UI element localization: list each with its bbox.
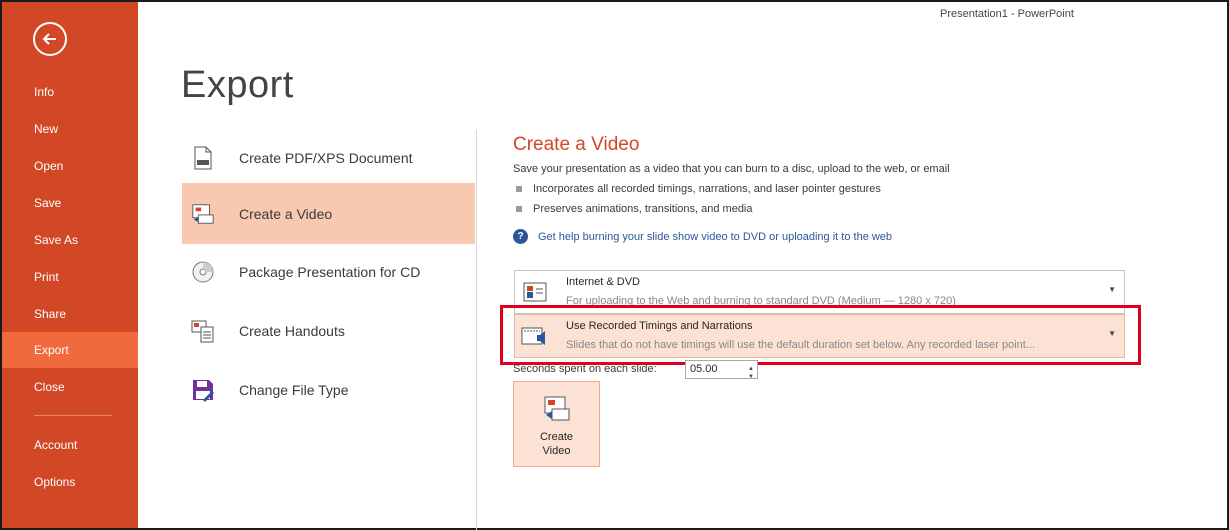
export-option-pdf[interactable]: Create PDF/XPS Document (182, 127, 475, 188)
bullet-square-icon (516, 206, 522, 212)
timings-dropdown[interactable]: Use Recorded Timings and Narrations Slid… (514, 314, 1125, 358)
help-question-icon: ? (513, 229, 528, 244)
nav-item-close[interactable]: Close (2, 369, 138, 405)
quality-monitor-icon (521, 279, 549, 307)
create-video-label: Create Video (514, 430, 599, 458)
timings-subtitle: Slides that do not have timings will use… (566, 339, 1035, 351)
create-video-icon (542, 394, 572, 424)
nav-item-options[interactable]: Options (2, 464, 138, 500)
nav-item-account[interactable]: Account (2, 427, 138, 463)
export-option-handouts[interactable]: Create Handouts (182, 300, 475, 361)
nav-item-print[interactable]: Print (2, 259, 138, 295)
timings-title: Use Recorded Timings and Narrations (566, 320, 753, 332)
section-description: Save your presentation as a video that y… (513, 163, 950, 175)
nav-item-export[interactable]: Export (2, 332, 138, 368)
seconds-stepper[interactable]: 05.00 ▲ ▼ (685, 360, 758, 380)
timings-narration-icon (521, 323, 549, 351)
quality-subtitle: For uploading to the Web and burning to … (566, 295, 956, 307)
feature-bullet: Incorporates all recorded timings, narra… (516, 183, 881, 195)
create-video-label-line1: Create (539, 431, 574, 443)
chevron-down-icon: ▼ (1108, 329, 1116, 338)
help-link-text: Get help burning your slide show video t… (538, 230, 893, 243)
quality-title: Internet & DVD (566, 276, 640, 288)
page-title: Export (181, 64, 294, 106)
panel-divider (476, 130, 477, 530)
nav-item-save[interactable]: Save (2, 185, 138, 221)
chevron-down-icon: ▼ (1108, 285, 1116, 294)
nav-item-open[interactable]: Open (2, 148, 138, 184)
export-option-label: Create Handouts (239, 322, 345, 339)
backstage-nav: Info New Open Save Save As Print Share E… (2, 2, 138, 528)
save-file-type-icon (191, 378, 215, 402)
seconds-label: Seconds spent on each slide: (513, 363, 657, 375)
export-option-label: Create PDF/XPS Document (239, 149, 413, 166)
create-video-button[interactable]: Create Video (513, 381, 600, 467)
spin-down-icon[interactable]: ▼ (748, 369, 754, 386)
nav-item-share[interactable]: Share (2, 296, 138, 332)
back-arrow-icon (42, 33, 56, 45)
section-title: Create a Video (513, 134, 640, 155)
bullet-square-icon (516, 186, 522, 192)
bullet-text: Incorporates all recorded timings, narra… (533, 183, 881, 195)
quality-dropdown[interactable]: Internet & DVD For uploading to the Web … (514, 270, 1125, 314)
window-title: Presentation1 - PowerPoint (940, 8, 1074, 20)
export-option-video[interactable]: Create a Video (182, 183, 475, 244)
export-option-label: Change File Type (239, 381, 349, 398)
export-option-label: Create a Video (239, 205, 333, 222)
video-icon (191, 202, 215, 226)
export-option-label: Package Presentation for CD (239, 263, 421, 280)
feature-bullet: Preserves animations, transitions, and m… (516, 203, 753, 215)
nav-item-new[interactable]: New (2, 111, 138, 147)
help-link[interactable]: ? Get help burning your slide show video… (513, 229, 892, 244)
pdf-document-icon (191, 146, 215, 170)
cd-icon (191, 260, 215, 284)
bullet-text: Preserves animations, transitions, and m… (533, 203, 753, 215)
handouts-icon (191, 319, 215, 343)
nav-separator (34, 415, 112, 416)
seconds-value: 05.00 (690, 363, 718, 375)
export-option-package-cd[interactable]: Package Presentation for CD (182, 241, 475, 302)
export-option-change-file-type[interactable]: Change File Type (182, 359, 475, 420)
nav-item-info[interactable]: Info (2, 74, 138, 110)
back-button[interactable] (33, 22, 67, 56)
create-video-label-line2: Video (542, 445, 571, 457)
nav-item-save-as[interactable]: Save As (2, 222, 138, 258)
